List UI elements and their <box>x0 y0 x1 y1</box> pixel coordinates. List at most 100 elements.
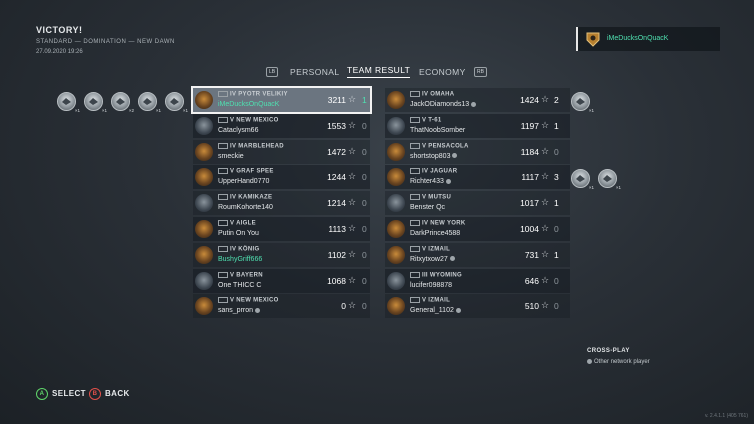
ship-name: IZMAIL <box>428 246 451 253</box>
player-kills: 0 <box>554 224 559 234</box>
ship-name: IZMAIL <box>428 297 451 304</box>
player-name-text: ThatNoobSomber <box>410 126 466 134</box>
ship-class-icon <box>410 220 420 226</box>
a-button-icon: A <box>36 388 48 400</box>
ship-line: IV NEW YORK <box>410 220 466 227</box>
ship-tier: IV <box>230 194 237 201</box>
player-kills: 0 <box>362 249 367 260</box>
crossplay-legend: Other network player <box>587 359 650 365</box>
team-row[interactable]: IV KAMIKAZE RoumKohorte140 1214 ☆ 0 <box>193 191 370 216</box>
player-name-text: iMeDucksOnQuacK <box>218 101 280 108</box>
player-name-text: BushyGriff666 <box>218 255 263 263</box>
team-row[interactable]: III WYOMING lucifer098878 646 ☆ 0 <box>385 268 570 293</box>
ship-line: V NEW MEXICO <box>218 297 279 304</box>
select-control[interactable]: A SELECT <box>36 388 86 400</box>
player-score: 1244 <box>327 172 346 183</box>
player-score: 510 <box>524 301 539 312</box>
team-row[interactable]: V PENSACOLA shortstop803 1184 ☆ 0 <box>385 139 570 164</box>
team-row[interactable]: V GRAF SPEE UpperHand0770 1244 ☆ 0 <box>193 165 370 190</box>
tab-economy[interactable]: ECONOMY <box>419 67 466 77</box>
tab-personal[interactable]: PERSONAL <box>290 67 340 77</box>
team-row[interactable]: IV JAGUAR Richter433 1117 ☆ 3 <box>385 165 570 190</box>
result-tabs: LB PERSONAL TEAM RESULT ECONOMY RB <box>262 63 492 83</box>
battle-date: 27.09.2020 19:26 <box>36 49 83 55</box>
medal-count: ×1 <box>74 108 80 113</box>
rb-button-hint[interactable]: RB <box>474 67 487 77</box>
player-score: 1117 <box>521 172 539 183</box>
team-row[interactable]: IV OMAHA JackODiamonds13 1424 ☆ 2 <box>385 88 570 112</box>
ship-tier: IV <box>230 143 237 150</box>
team-row[interactable]: V NEW MEXICO sans_prron 0 ☆ 0 <box>193 294 370 319</box>
ship-class-icon <box>218 91 228 97</box>
team-row[interactable]: IV NEW YORK DarkPrince4588 1004 ☆ 0 <box>385 217 570 241</box>
team-row[interactable]: V NEW MEXICO Cataclysm66 1553 ☆ 0 <box>193 113 370 138</box>
player-name: Ritxytxow27 <box>410 256 455 263</box>
star-icon: ☆ <box>541 94 550 104</box>
ship-class-icon <box>410 91 420 97</box>
ship-line: V AIGLE <box>218 220 256 227</box>
ship-tier: IV <box>422 168 429 175</box>
ship-tier: V <box>230 168 235 175</box>
medal-count: ×1 <box>615 185 621 191</box>
player-name: DarkPrince4588 <box>410 230 460 237</box>
player-kills: 1 <box>554 198 559 209</box>
player-card: iMeDucksOnQuacK <box>576 27 720 51</box>
player-name: BushyGriff666 <box>218 256 262 263</box>
ship-class-icon <box>218 220 228 226</box>
ship-name: NEW YORK <box>430 220 466 227</box>
ship-name: T-61 <box>428 117 442 124</box>
team-row[interactable]: IV KÖNIG BushyGriff666 1102 ☆ 0 <box>193 242 370 267</box>
tab-team-result[interactable]: TEAM RESULT <box>347 65 411 78</box>
ship-line: V BAYERN <box>218 271 263 278</box>
player-name-text: Richter433 <box>410 178 444 186</box>
player-name-text: Benster Qc <box>410 204 446 212</box>
battle-mode: STANDARD — DOMINATION — NEW DAWN <box>36 39 175 45</box>
team-row[interactable]: V AIGLE Putin On You 1113 ☆ 0 <box>193 217 370 241</box>
player-name-text: UpperHand0770 <box>218 178 270 186</box>
ship-class-icon <box>410 245 420 252</box>
player-score: 731 <box>524 249 539 260</box>
medal-icon: ×1 <box>165 92 188 113</box>
ship-emblem-icon <box>195 194 213 213</box>
player-name-text: sans_prron <box>218 307 254 315</box>
team-row[interactable]: V MUTSU Benster Qc 1017 ☆ 1 <box>385 191 570 216</box>
ship-emblem-icon <box>387 194 405 213</box>
team-row[interactable]: IV PYOTR VELIKIY iMeDucksOnQuacK 3211 ☆ 1 <box>191 86 372 114</box>
medal-icon: ×2 <box>111 92 134 113</box>
player-name-text: lucifer098878 <box>410 281 453 289</box>
ship-tier: V <box>422 246 427 253</box>
medal-icon: ×1 <box>571 92 594 113</box>
version-label: v. 2.4.1.1 (405 761) <box>705 413 748 419</box>
star-icon: ☆ <box>541 248 550 259</box>
player-kills: 0 <box>362 224 367 234</box>
team-row[interactable]: V T-61 ThatNoobSomber 1197 ☆ 1 <box>385 113 570 138</box>
player-score: 646 <box>524 275 539 286</box>
ship-class-icon <box>410 271 420 278</box>
ship-line: IV JAGUAR <box>410 168 457 175</box>
player-name: smeckie <box>218 153 244 160</box>
ship-emblem-icon <box>195 142 213 161</box>
medal-icon: ×1 <box>57 92 80 113</box>
player-score: 1197 <box>520 120 539 131</box>
player-kills: 1 <box>554 120 559 131</box>
team-row[interactable]: V IZMAIL General_1102 510 ☆ 0 <box>385 294 570 319</box>
ship-line: V GRAF SPEE <box>218 168 274 175</box>
player-name: UpperHand0770 <box>218 178 269 185</box>
star-icon: ☆ <box>348 223 357 233</box>
player-name: Putin On You <box>218 230 259 237</box>
team-row[interactable]: V IZMAIL Ritxytxow27 731 ☆ 1 <box>385 242 570 267</box>
ship-tier: V <box>230 220 235 227</box>
star-icon: ☆ <box>348 274 357 285</box>
ship-emblem-icon <box>387 168 405 187</box>
lb-button-hint[interactable]: LB <box>266 67 279 77</box>
ship-emblem-icon <box>195 245 213 264</box>
ship-class-icon <box>410 116 420 123</box>
team-row[interactable]: V BAYERN One THICC C 1068 ☆ 0 <box>193 268 370 293</box>
ship-emblem-icon <box>387 271 405 290</box>
player-name-text: Putin On You <box>218 230 259 237</box>
ship-line: V IZMAIL <box>410 297 450 304</box>
player-kills: 1 <box>362 95 367 105</box>
team-row[interactable]: IV MARBLEHEAD smeckie 1472 ☆ 0 <box>193 139 370 164</box>
star-icon: ☆ <box>541 300 550 311</box>
back-control[interactable]: B BACK <box>89 388 130 400</box>
